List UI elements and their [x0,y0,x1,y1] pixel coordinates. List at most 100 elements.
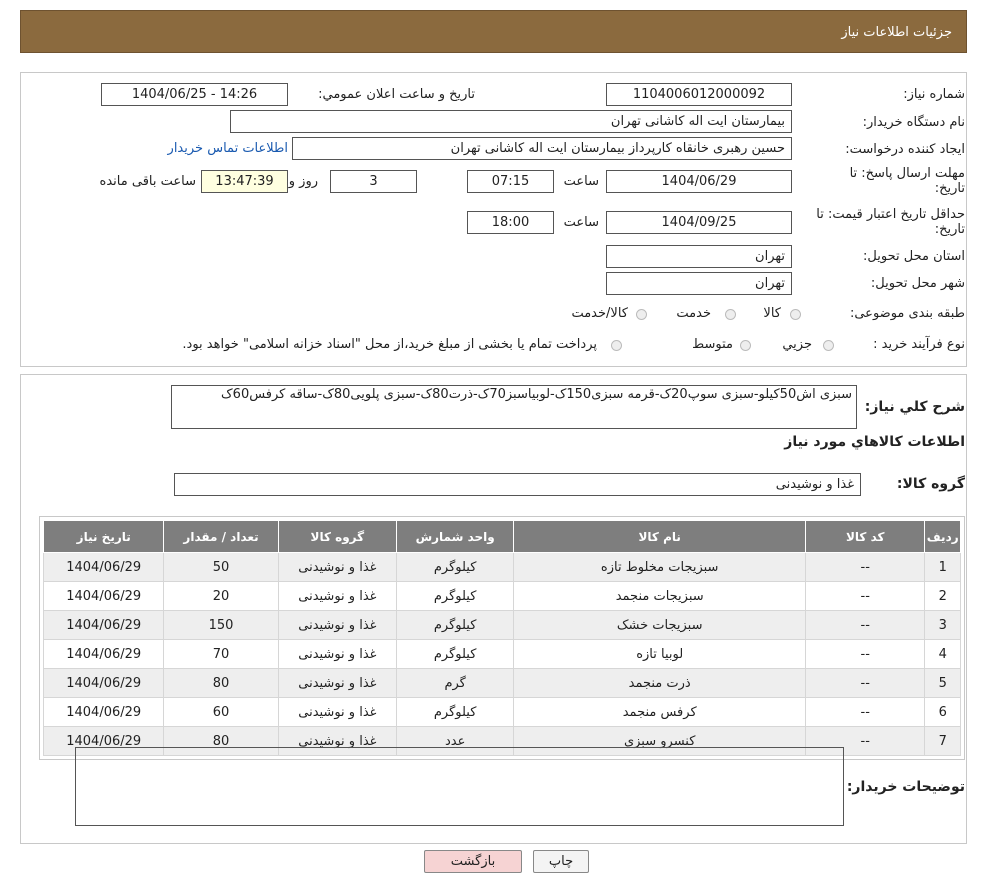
cell-row-number: 6 [924,697,961,727]
cell-unit: کیلوگرم [395,581,515,611]
reply-deadline-label-line2: تاریخ: [934,181,965,196]
cell-unit: گرم [395,668,515,698]
buyer-notes-label: توضیحات خریدار: [846,779,965,795]
page-title: جزئیات اطلاعات نیاز [841,25,952,40]
col-row-number: ردیف [924,520,961,553]
goods-table-header: ردیف کد کالا نام کالا واحد شمارش گروه کا… [42,520,961,553]
goods-table: ردیف کد کالا نام کالا واحد شمارش گروه کا… [42,520,961,756]
goods-table-frame: ردیف کد کالا نام کالا واحد شمارش گروه کا… [39,516,965,760]
cell-quantity: 60 [163,697,279,727]
process-label: نوع فرآیند خرید : [873,337,965,352]
col-unit: واحد شمارش [395,520,515,553]
cell-quantity: 20 [163,581,279,611]
cell-unit: کیلوگرم [395,697,515,727]
cell-group: غذا و نوشیدنی [277,639,398,669]
cell-unit: کیلوگرم [395,639,515,669]
need-number-field: 1104006012000092 [606,83,792,106]
col-group: گروه کالا [277,520,398,553]
cell-item-name: سبزیجات منجمد [513,581,807,611]
process-radio-minor[interactable] [823,340,834,351]
cell-need-date: 1404/06/29 [42,581,165,611]
cell-quantity: 150 [163,610,279,640]
category-label: طبقه بندی موضوعی: [849,306,965,321]
remaining-time-label: ساعت باقی مانده [99,174,196,189]
description-text: سبزی اش50کیلو-سبزی سوپ20ک-قرمه سبزی150ک-… [221,387,852,402]
cell-item-name: سبزیجات خشک [513,610,807,640]
category-option-goods-service: کالا/خدمت [571,306,628,321]
price-validity-label-line2: تاریخ: [934,222,965,237]
cell-item-code: -- [805,668,926,698]
cell-item-name: کرفس منجمد [513,697,807,727]
col-item-name: نام کالا [513,520,807,553]
reply-time-label: ساعت [563,174,599,189]
cell-unit: کیلوگرم [395,610,515,640]
col-quantity: تعداد / مقدار [163,520,279,553]
buyer-org-field: بیمارستان ایت اله کاشانی تهران [230,110,792,133]
city-field: تهران [606,272,792,295]
cell-item-name: ذرت منجمد [513,668,807,698]
cell-need-date: 1404/06/29 [42,610,165,640]
cell-item-code: -- [805,552,926,582]
goods-group-field: غذا و نوشیدنی [174,473,861,496]
process-option-minor: جزیي [782,337,812,352]
reply-deadline-label: مهلت ارسال پاسخ: تا تاریخ: [850,166,965,196]
cell-row-number: 2 [924,581,961,611]
category-option-service: خدمت [676,306,711,321]
days-label: روز و [288,174,318,189]
cell-quantity: 50 [163,552,279,582]
print-button[interactable]: چاپ [533,850,589,873]
category-radio-goods[interactable] [790,309,801,320]
process-note: پرداخت تمام یا بخشی از مبلغ خرید،از محل … [182,337,597,352]
cell-row-number: 5 [924,668,961,698]
buyer-contact-link[interactable]: اطلاعات تماس خریدار [168,141,288,156]
process-radio-treasury[interactable] [611,340,622,351]
table-row: 5 -- ذرت منجمد گرم غذا و نوشیدنی 80 1404… [42,668,961,698]
cell-group: غذا و نوشیدنی [277,610,398,640]
province-label: استان محل تحویل: [863,249,965,264]
category-radio-goods-service[interactable] [636,309,647,320]
cell-row-number: 7 [924,726,961,756]
creator-label: ایجاد کننده درخواست: [845,142,965,157]
cell-row-number: 4 [924,639,961,669]
back-button[interactable]: بازگشت [424,850,522,873]
cell-quantity: 70 [163,639,279,669]
process-radio-medium[interactable] [740,340,751,351]
buyer-org-label: نام دستگاه خریدار: [862,115,965,130]
col-need-date: تاریخ نیاز [42,520,165,553]
cell-need-date: 1404/06/29 [42,668,165,698]
cell-item-code: -- [805,639,926,669]
cell-row-number: 1 [924,552,961,582]
price-time-field: 18:00 [467,211,554,234]
city-label: شهر محل تحویل: [870,276,965,291]
goods-group-label: گروه کالا: [896,476,965,492]
page-header: جزئیات اطلاعات نیاز [20,10,967,53]
description-textarea[interactable]: سبزی اش50کیلو-سبزی سوپ20ک-قرمه سبزی150ک-… [171,385,857,429]
buyer-notes-textarea[interactable] [75,747,844,826]
table-row: 1 -- سبزیجات مخلوط تازه کیلوگرم غذا و نو… [42,552,961,582]
price-date-field: 1404/09/25 [606,211,792,234]
announce-date-label: تاریخ و ساعت اعلان عمومي: [318,87,475,102]
cell-item-code: -- [805,697,926,727]
cell-item-code: -- [805,610,926,640]
price-validity-label-line1: حداقل تاریخ اعتبار قیمت: تا [816,207,965,222]
category-radio-service[interactable] [725,309,736,320]
cell-group: غذا و نوشیدنی [277,668,398,698]
cell-group: غذا و نوشیدنی [277,581,398,611]
category-option-goods: کالا [763,306,781,321]
cell-need-date: 1404/06/29 [42,552,165,582]
cell-item-code: -- [805,581,926,611]
cell-unit: کیلوگرم [395,552,515,582]
table-row: 4 -- لوبیا تازه کیلوگرم غذا و نوشیدنی 70… [42,639,961,669]
cell-item-name: لوبیا تازه [513,639,807,669]
description-label: شرح کلي نیاز: [864,399,965,415]
days-field: 3 [330,170,417,193]
cell-group: غذا و نوشیدنی [277,697,398,727]
col-item-code: کد کالا [805,520,926,553]
table-row: 2 -- سبزیجات منجمد کیلوگرم غذا و نوشیدنی… [42,581,961,611]
creator-field: حسین رهبری خانقاه کارپرداز بیمارستان ایت… [292,137,792,160]
remaining-time-field: 13:47:39 [201,170,288,193]
cell-group: غذا و نوشیدنی [277,552,398,582]
cell-item-name: سبزیجات مخلوط تازه [513,552,807,582]
cell-row-number: 3 [924,610,961,640]
reply-time-field: 07:15 [467,170,554,193]
